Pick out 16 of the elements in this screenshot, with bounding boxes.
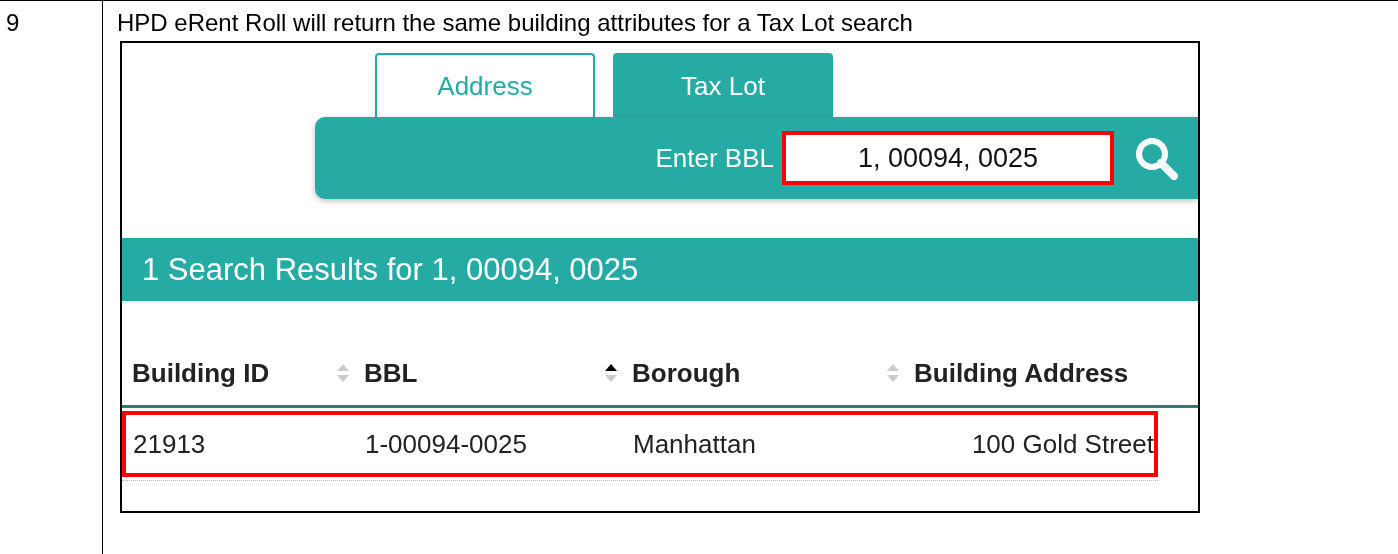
column-header[interactable]: BBL <box>364 357 418 389</box>
results-title: 1 Search Results for 1, 00094, 0025 <box>122 238 1198 301</box>
bbl-field[interactable]: 1, 00094, 0025 <box>782 131 1114 185</box>
table-cell-text: 21913 <box>133 428 207 460</box>
step-description: HPD eRent Roll will return the same building attributes for a Tax Lot search <box>117 9 914 37</box>
column-header[interactable]: Building ID <box>132 357 270 389</box>
table-row[interactable]: 21913 1-00094-0025 Manhattan 100 Gold Street <box>122 411 1158 477</box>
sort-icon[interactable] <box>604 363 618 383</box>
column-header[interactable]: Building Address <box>914 357 1129 389</box>
field-label: Enter BBL <box>655 142 774 174</box>
step-number: 9 <box>6 9 20 36</box>
table-cell-text: Manhattan <box>633 428 757 460</box>
search-icon[interactable] <box>1134 136 1178 180</box>
column-header[interactable]: Borough <box>632 357 741 389</box>
table-cell-text: 100 Gold Street <box>970 428 1154 460</box>
table-cell-text: 1-00094-0025 <box>365 428 528 460</box>
